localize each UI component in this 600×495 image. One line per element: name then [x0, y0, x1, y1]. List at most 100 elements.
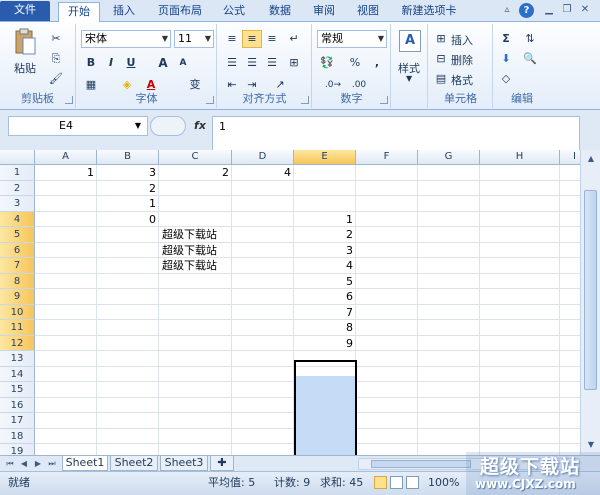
align-middle-icon[interactable]: ≡ — [242, 30, 262, 48]
new-sheet-icon[interactable]: ✚ — [210, 456, 234, 471]
row-header-13[interactable]: 13 — [0, 351, 35, 367]
row-header-8[interactable]: 8 — [0, 273, 35, 289]
close-window-icon[interactable]: ✕ — [578, 3, 592, 17]
font-name-select[interactable]: 宋体 ▼ — [81, 30, 171, 48]
vertical-scroll-thumb[interactable] — [584, 190, 597, 390]
tab-insert[interactable]: 插入 — [106, 2, 142, 22]
column-header-g[interactable]: G — [418, 150, 480, 165]
sort-filter-icon[interactable]: ⇅ — [520, 30, 540, 48]
tab-data[interactable]: 数据 — [262, 2, 298, 22]
number-launcher-icon[interactable] — [380, 96, 388, 104]
row-header-12[interactable]: 12 — [0, 335, 35, 351]
row-header-3[interactable]: 3 — [0, 196, 35, 212]
align-bottom-icon[interactable]: ≡ — [262, 30, 282, 48]
bold-button[interactable]: B — [81, 54, 101, 72]
cell-e5[interactable]: 2 — [294, 227, 356, 242]
currency-icon[interactable]: 💱 — [317, 54, 337, 72]
select-all-corner[interactable] — [0, 150, 35, 165]
find-select-icon[interactable]: 🔍 — [520, 50, 540, 68]
delete-cells-button[interactable]: 删除 — [451, 52, 473, 68]
alignment-launcher-icon[interactable] — [301, 96, 309, 104]
first-sheet-icon[interactable]: ⏮ — [4, 457, 16, 470]
cell-e6[interactable]: 3 — [294, 243, 356, 258]
format-cells-button[interactable]: 格式 — [451, 72, 473, 88]
chevron-down-icon[interactable]: ▼ — [135, 117, 141, 135]
font-size-select[interactable]: 11 ▼ — [174, 30, 214, 48]
cut-icon[interactable]: ✂ — [46, 30, 66, 48]
autosum-button[interactable]: Σ — [496, 30, 516, 48]
row-header-1[interactable]: 1 — [0, 165, 35, 181]
row-header-14[interactable]: 14 — [0, 366, 35, 382]
row-header-10[interactable]: 10 — [0, 304, 35, 320]
scroll-up-icon[interactable]: ▲ — [584, 152, 598, 166]
tab-review[interactable]: 审阅 — [306, 2, 342, 22]
formula-bar-grip[interactable] — [150, 116, 186, 136]
cell-b4[interactable]: 0 — [97, 212, 159, 227]
column-header-c[interactable]: C — [159, 150, 232, 165]
restore-window-icon[interactable]: ❐ — [560, 3, 574, 17]
clear-icon[interactable]: ◇ — [496, 70, 516, 88]
italic-button[interactable]: I — [101, 54, 121, 72]
row-header-4[interactable]: 4 — [0, 211, 35, 227]
sheet-tab-1[interactable]: Sheet1 — [62, 456, 108, 471]
cell-c6[interactable]: 超级下载站 — [162, 243, 217, 258]
help-icon[interactable]: ? — [519, 3, 534, 18]
number-format-select[interactable]: 常规 ▼ — [317, 30, 387, 48]
cell-e10[interactable]: 7 — [294, 305, 356, 320]
zoom-level[interactable]: 100% — [428, 472, 459, 494]
cell-a1[interactable]: 1 — [35, 165, 97, 180]
paste-button[interactable]: 粘贴 — [14, 60, 36, 76]
row-header-15[interactable]: 15 — [0, 382, 35, 398]
row-header-16[interactable]: 16 — [0, 397, 35, 413]
column-header-i[interactable]: I — [560, 150, 580, 165]
cell-e7[interactable]: 4 — [294, 258, 356, 273]
wrap-text-icon[interactable]: ↵ — [284, 30, 304, 48]
format-painter-icon[interactable]: 🖌 — [46, 70, 66, 88]
horizontal-scroll-thumb[interactable] — [371, 460, 471, 468]
insert-function-button[interactable]: fx — [190, 116, 210, 136]
insert-cells-icon[interactable]: ⊞ — [431, 30, 451, 48]
grow-font-button[interactable]: A — [153, 54, 173, 72]
minimize-ribbon-icon[interactable]: ▵ — [500, 3, 514, 17]
prev-sheet-icon[interactable]: ◀ — [18, 457, 30, 470]
column-header-e[interactable]: E — [294, 150, 356, 165]
row-header-5[interactable]: 5 — [0, 227, 35, 243]
sheet-tab-3[interactable]: Sheet3 — [160, 456, 208, 471]
format-cells-icon[interactable]: ▤ — [431, 70, 451, 88]
cell-b1[interactable]: 3 — [97, 165, 159, 180]
underline-button[interactable]: U — [121, 54, 141, 72]
page-break-view-icon[interactable] — [406, 476, 419, 489]
sheet-tab-2[interactable]: Sheet2 — [110, 456, 158, 471]
cell-c7[interactable]: 超级下载站 — [162, 258, 217, 273]
scroll-down-icon[interactable]: ▼ — [584, 438, 598, 452]
copy-icon[interactable]: ⎘ — [46, 50, 66, 68]
delete-cells-icon[interactable]: ⊟ — [431, 50, 451, 68]
row-header-9[interactable]: 9 — [0, 289, 35, 305]
tab-formulas[interactable]: 公式 — [216, 2, 252, 22]
paste-icon[interactable] — [14, 28, 36, 56]
column-header-b[interactable]: B — [97, 150, 159, 165]
align-top-icon[interactable]: ≡ — [222, 30, 242, 48]
last-sheet-icon[interactable]: ⏭ — [46, 457, 58, 470]
row-header-18[interactable]: 18 — [0, 428, 35, 444]
row-header-17[interactable]: 17 — [0, 413, 35, 429]
column-header-a[interactable]: A — [35, 150, 97, 165]
page-layout-view-icon[interactable] — [390, 476, 403, 489]
tab-file[interactable]: 文件 — [0, 1, 50, 21]
column-header-d[interactable]: D — [232, 150, 294, 165]
spreadsheet-grid[interactable]: ABCDEFGHI 1 2 3 4 5 6 7 8 9 10 11 12 13 14 15 16 17 18 19 … — [0, 150, 580, 455]
normal-view-icon[interactable] — [374, 476, 387, 489]
merge-center-icon[interactable]: ⊞ — [284, 54, 304, 72]
tab-page-layout[interactable]: 页面布局 — [150, 2, 210, 22]
cell-e12[interactable]: 9 — [294, 336, 356, 351]
row-header-6[interactable]: 6 — [0, 242, 35, 258]
align-right-icon[interactable]: ☰ — [262, 54, 282, 72]
row-header-2[interactable]: 2 — [0, 180, 35, 196]
minimize-window-icon[interactable]: ▁ — [542, 3, 556, 17]
insert-cells-button[interactable]: 插入 — [451, 32, 473, 48]
align-left-icon[interactable]: ☰ — [222, 54, 242, 72]
tab-home[interactable]: 开始 — [58, 2, 100, 23]
styles-icon[interactable]: A — [399, 30, 421, 52]
cell-c1[interactable]: 2 — [159, 165, 232, 180]
name-box[interactable]: E4 ▼ — [8, 116, 148, 136]
